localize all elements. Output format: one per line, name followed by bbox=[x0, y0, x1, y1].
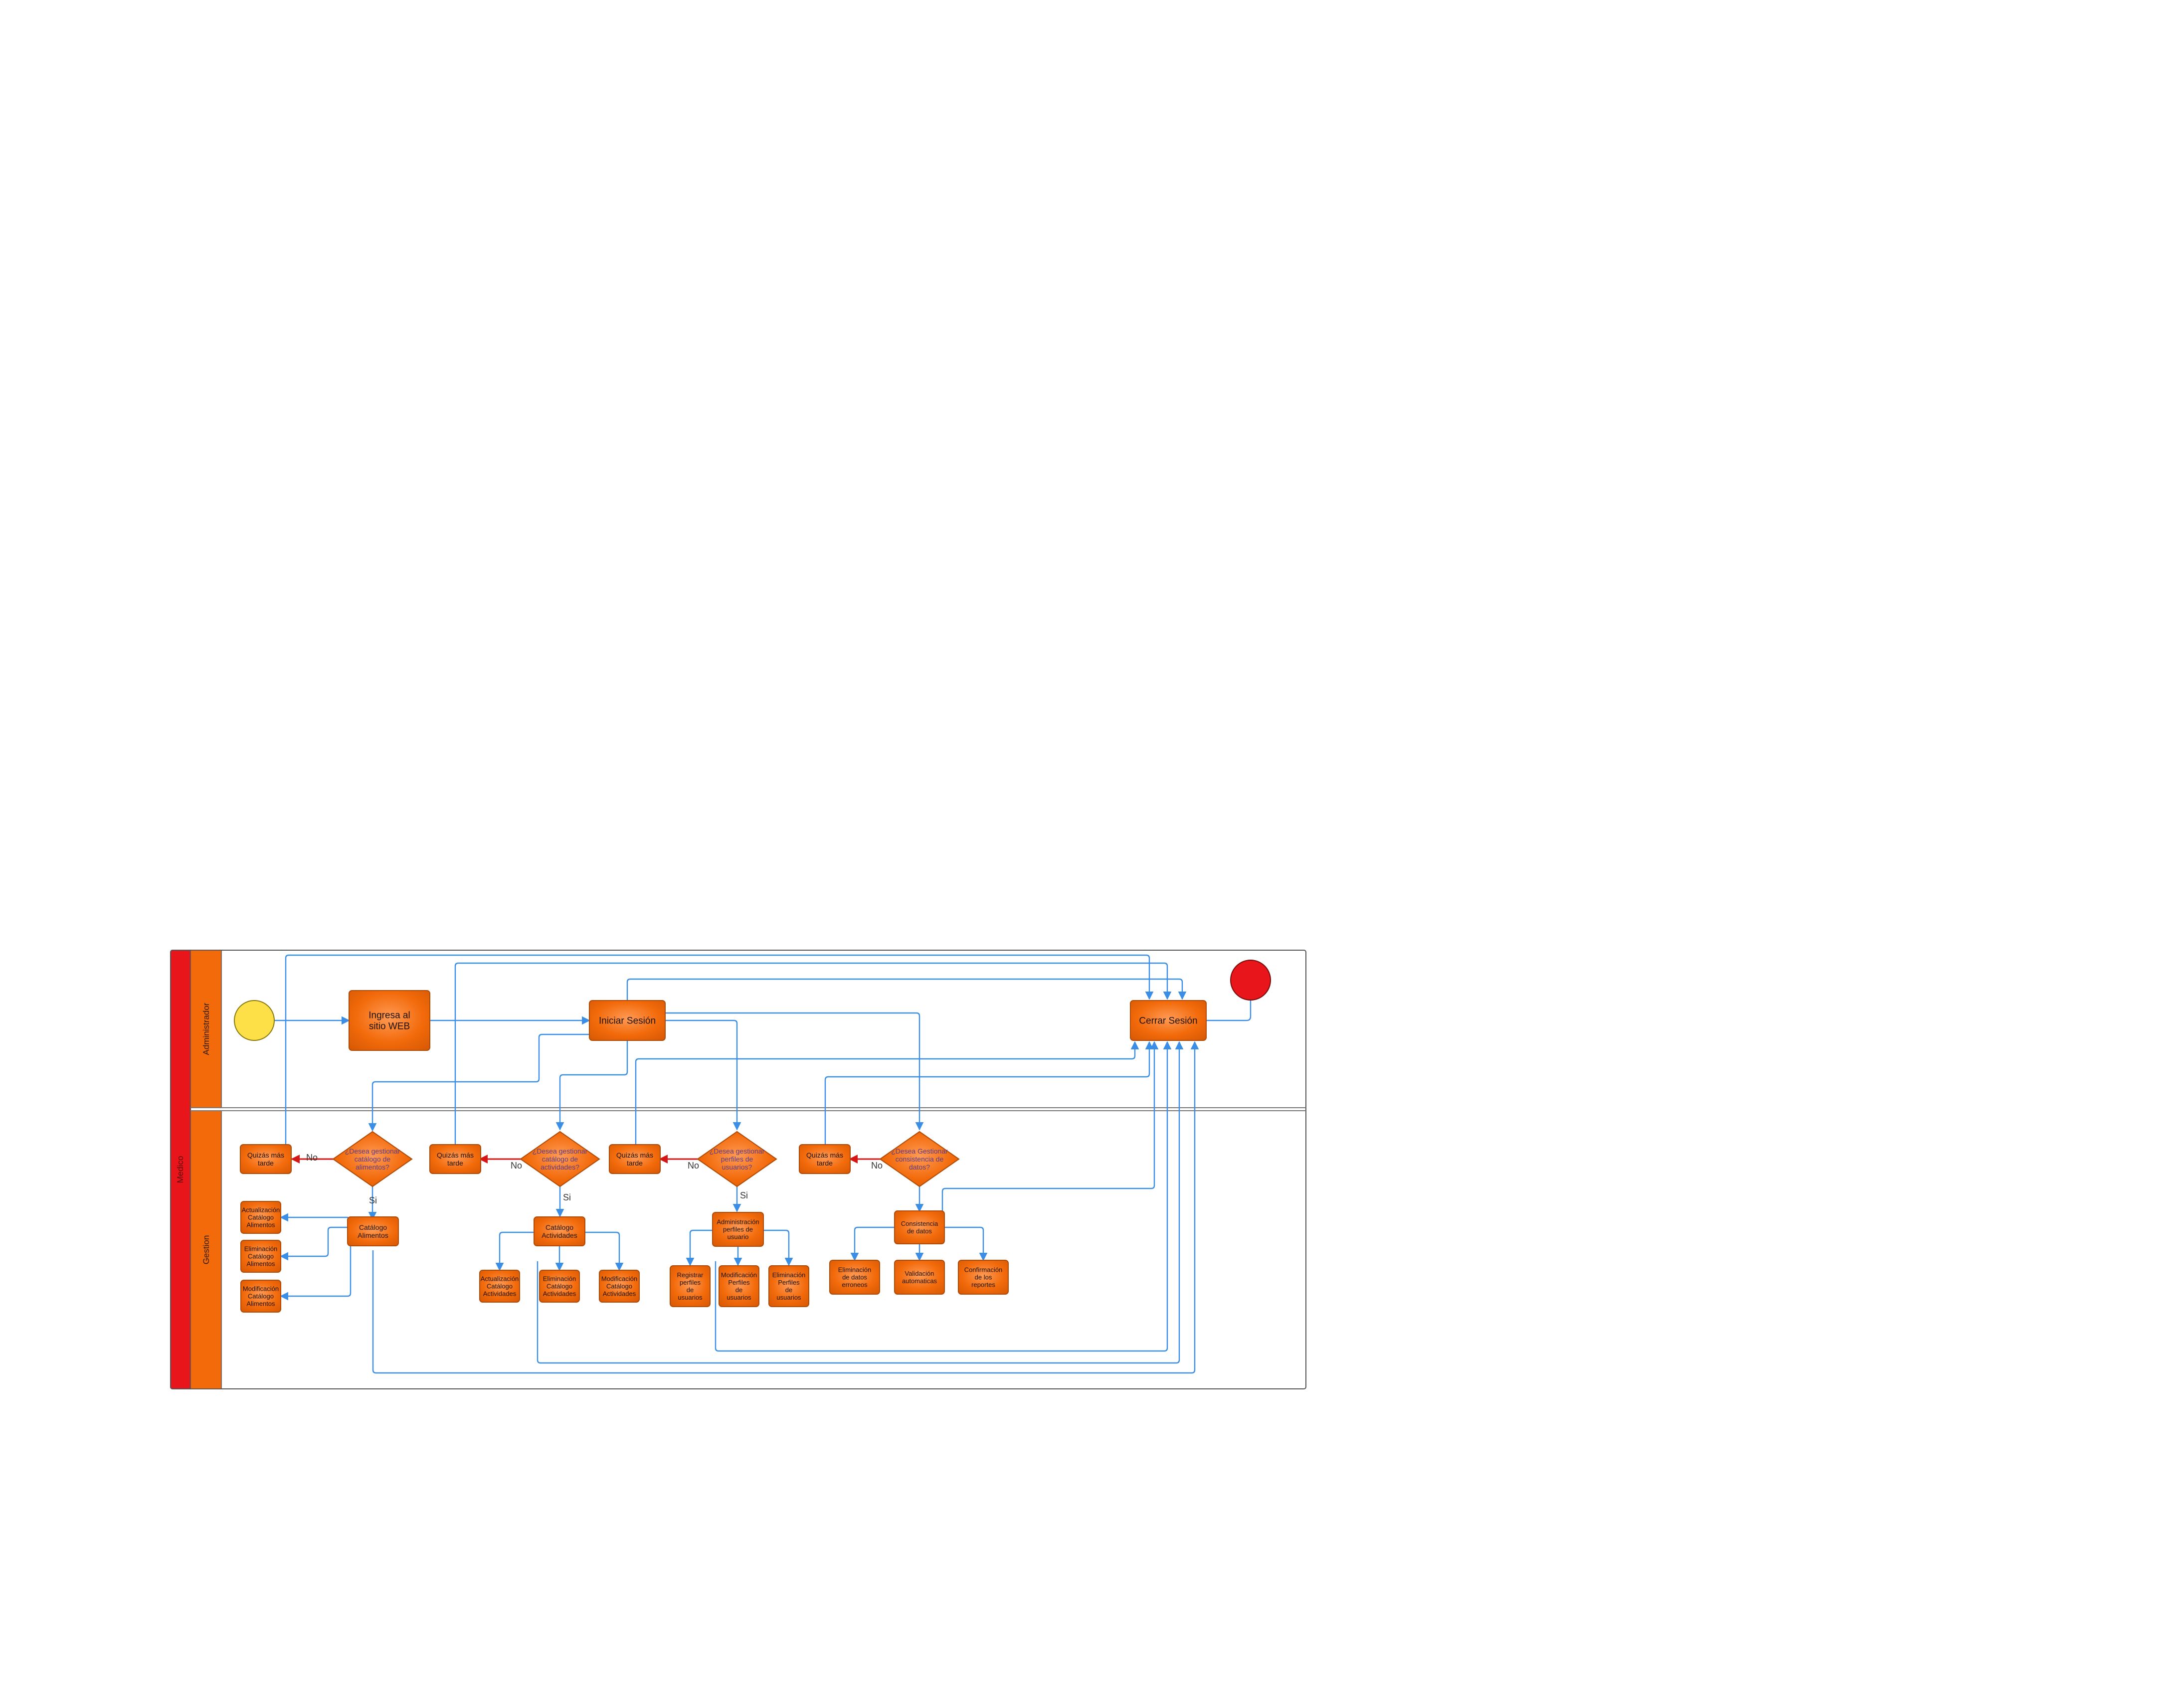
node-act-actividades[interactable]: Actualización Catálogo Actividades bbox=[479, 1270, 520, 1303]
node-quiza3[interactable]: Quizás más tarde bbox=[609, 1144, 661, 1174]
node-label: Eliminación de datos erroneos bbox=[838, 1266, 871, 1289]
node-label: Ingresa al sitio WEB bbox=[368, 1010, 410, 1032]
node-quiza2[interactable]: Quizás más tarde bbox=[429, 1144, 481, 1174]
node-label: Registrar perfiles de usuarios bbox=[677, 1271, 704, 1301]
node-validacion[interactable]: Validación automaticas bbox=[894, 1260, 945, 1295]
edge-label-si-2: Si bbox=[563, 1192, 571, 1202]
swimlane-flowchart: Medico Administrador Gestion No Si No Si… bbox=[170, 950, 1306, 1389]
node-mod-perfiles[interactable]: Modificación Perfiles de usuarios bbox=[719, 1265, 759, 1307]
edge-label-si-1: Si bbox=[369, 1195, 377, 1205]
node-confirmacion[interactable]: Confirmación de los reportes bbox=[958, 1260, 1009, 1295]
node-elim-actividades[interactable]: Eliminación Catálogo Actividades bbox=[539, 1270, 580, 1303]
end-event[interactable] bbox=[1230, 960, 1271, 1001]
node-ingresa[interactable]: Ingresa al sitio WEB bbox=[349, 990, 430, 1051]
node-quiza1[interactable]: Quizás más tarde bbox=[240, 1144, 292, 1174]
pool-label: Medico bbox=[176, 1156, 185, 1183]
node-mod-actividades[interactable]: Modificación Catálogo Actividades bbox=[599, 1270, 640, 1303]
edge-label-no-1: No bbox=[306, 1153, 318, 1163]
node-label: Validación automaticas bbox=[902, 1270, 937, 1285]
edge-label-no-2: No bbox=[511, 1161, 522, 1171]
node-consistencia[interactable]: Consistencia de datos bbox=[894, 1210, 945, 1244]
node-label: Catálogo Actividades bbox=[542, 1223, 577, 1239]
lane-label-admin: Administrador bbox=[201, 1003, 211, 1055]
edge-label-si-3: Si bbox=[740, 1190, 748, 1200]
node-label: Eliminación Catálogo Alimentos bbox=[244, 1245, 277, 1268]
node-elim-erroneos[interactable]: Eliminación de datos erroneos bbox=[829, 1260, 880, 1295]
edge-label-no-3: No bbox=[688, 1161, 699, 1171]
edge-label-no-4: No bbox=[871, 1161, 883, 1171]
node-label: Cerrar Sesión bbox=[1139, 1016, 1197, 1026]
node-label: Iniciar Sesión bbox=[599, 1016, 656, 1026]
node-label: Modificación Catálogo Actividades bbox=[601, 1275, 637, 1298]
node-elim-alimentos[interactable]: Eliminación Catálogo Alimentos bbox=[240, 1240, 281, 1273]
node-label: Modificación Catálogo Alimentos bbox=[243, 1285, 279, 1308]
node-reg-perfiles[interactable]: Registrar perfiles de usuarios bbox=[670, 1265, 711, 1307]
node-label: Eliminación Catálogo Actividades bbox=[543, 1275, 576, 1298]
node-mod-alimentos[interactable]: Modificación Catálogo Alimentos bbox=[240, 1280, 281, 1313]
node-quiza4[interactable]: Quizás más tarde bbox=[799, 1144, 851, 1174]
node-admin-perfiles[interactable]: Administración perfiles de usuario bbox=[712, 1212, 764, 1247]
node-elim-perfiles[interactable]: Eliminación Perfiles de usuarios bbox=[768, 1265, 809, 1307]
node-cat-actividades[interactable]: Catálogo Actividades bbox=[534, 1216, 585, 1246]
node-cerrar[interactable]: Cerrar Sesión bbox=[1130, 1000, 1207, 1041]
node-act-alimentos[interactable]: Actualización Catálogo Alimentos bbox=[240, 1201, 281, 1234]
node-label: Catálogo Alimentos bbox=[358, 1223, 388, 1239]
start-event[interactable] bbox=[234, 1000, 275, 1041]
lane-label-gestion: Gestion bbox=[201, 1235, 211, 1265]
node-cat-alimentos[interactable]: Catálogo Alimentos bbox=[347, 1216, 399, 1246]
node-iniciar[interactable]: Iniciar Sesión bbox=[589, 1000, 666, 1041]
